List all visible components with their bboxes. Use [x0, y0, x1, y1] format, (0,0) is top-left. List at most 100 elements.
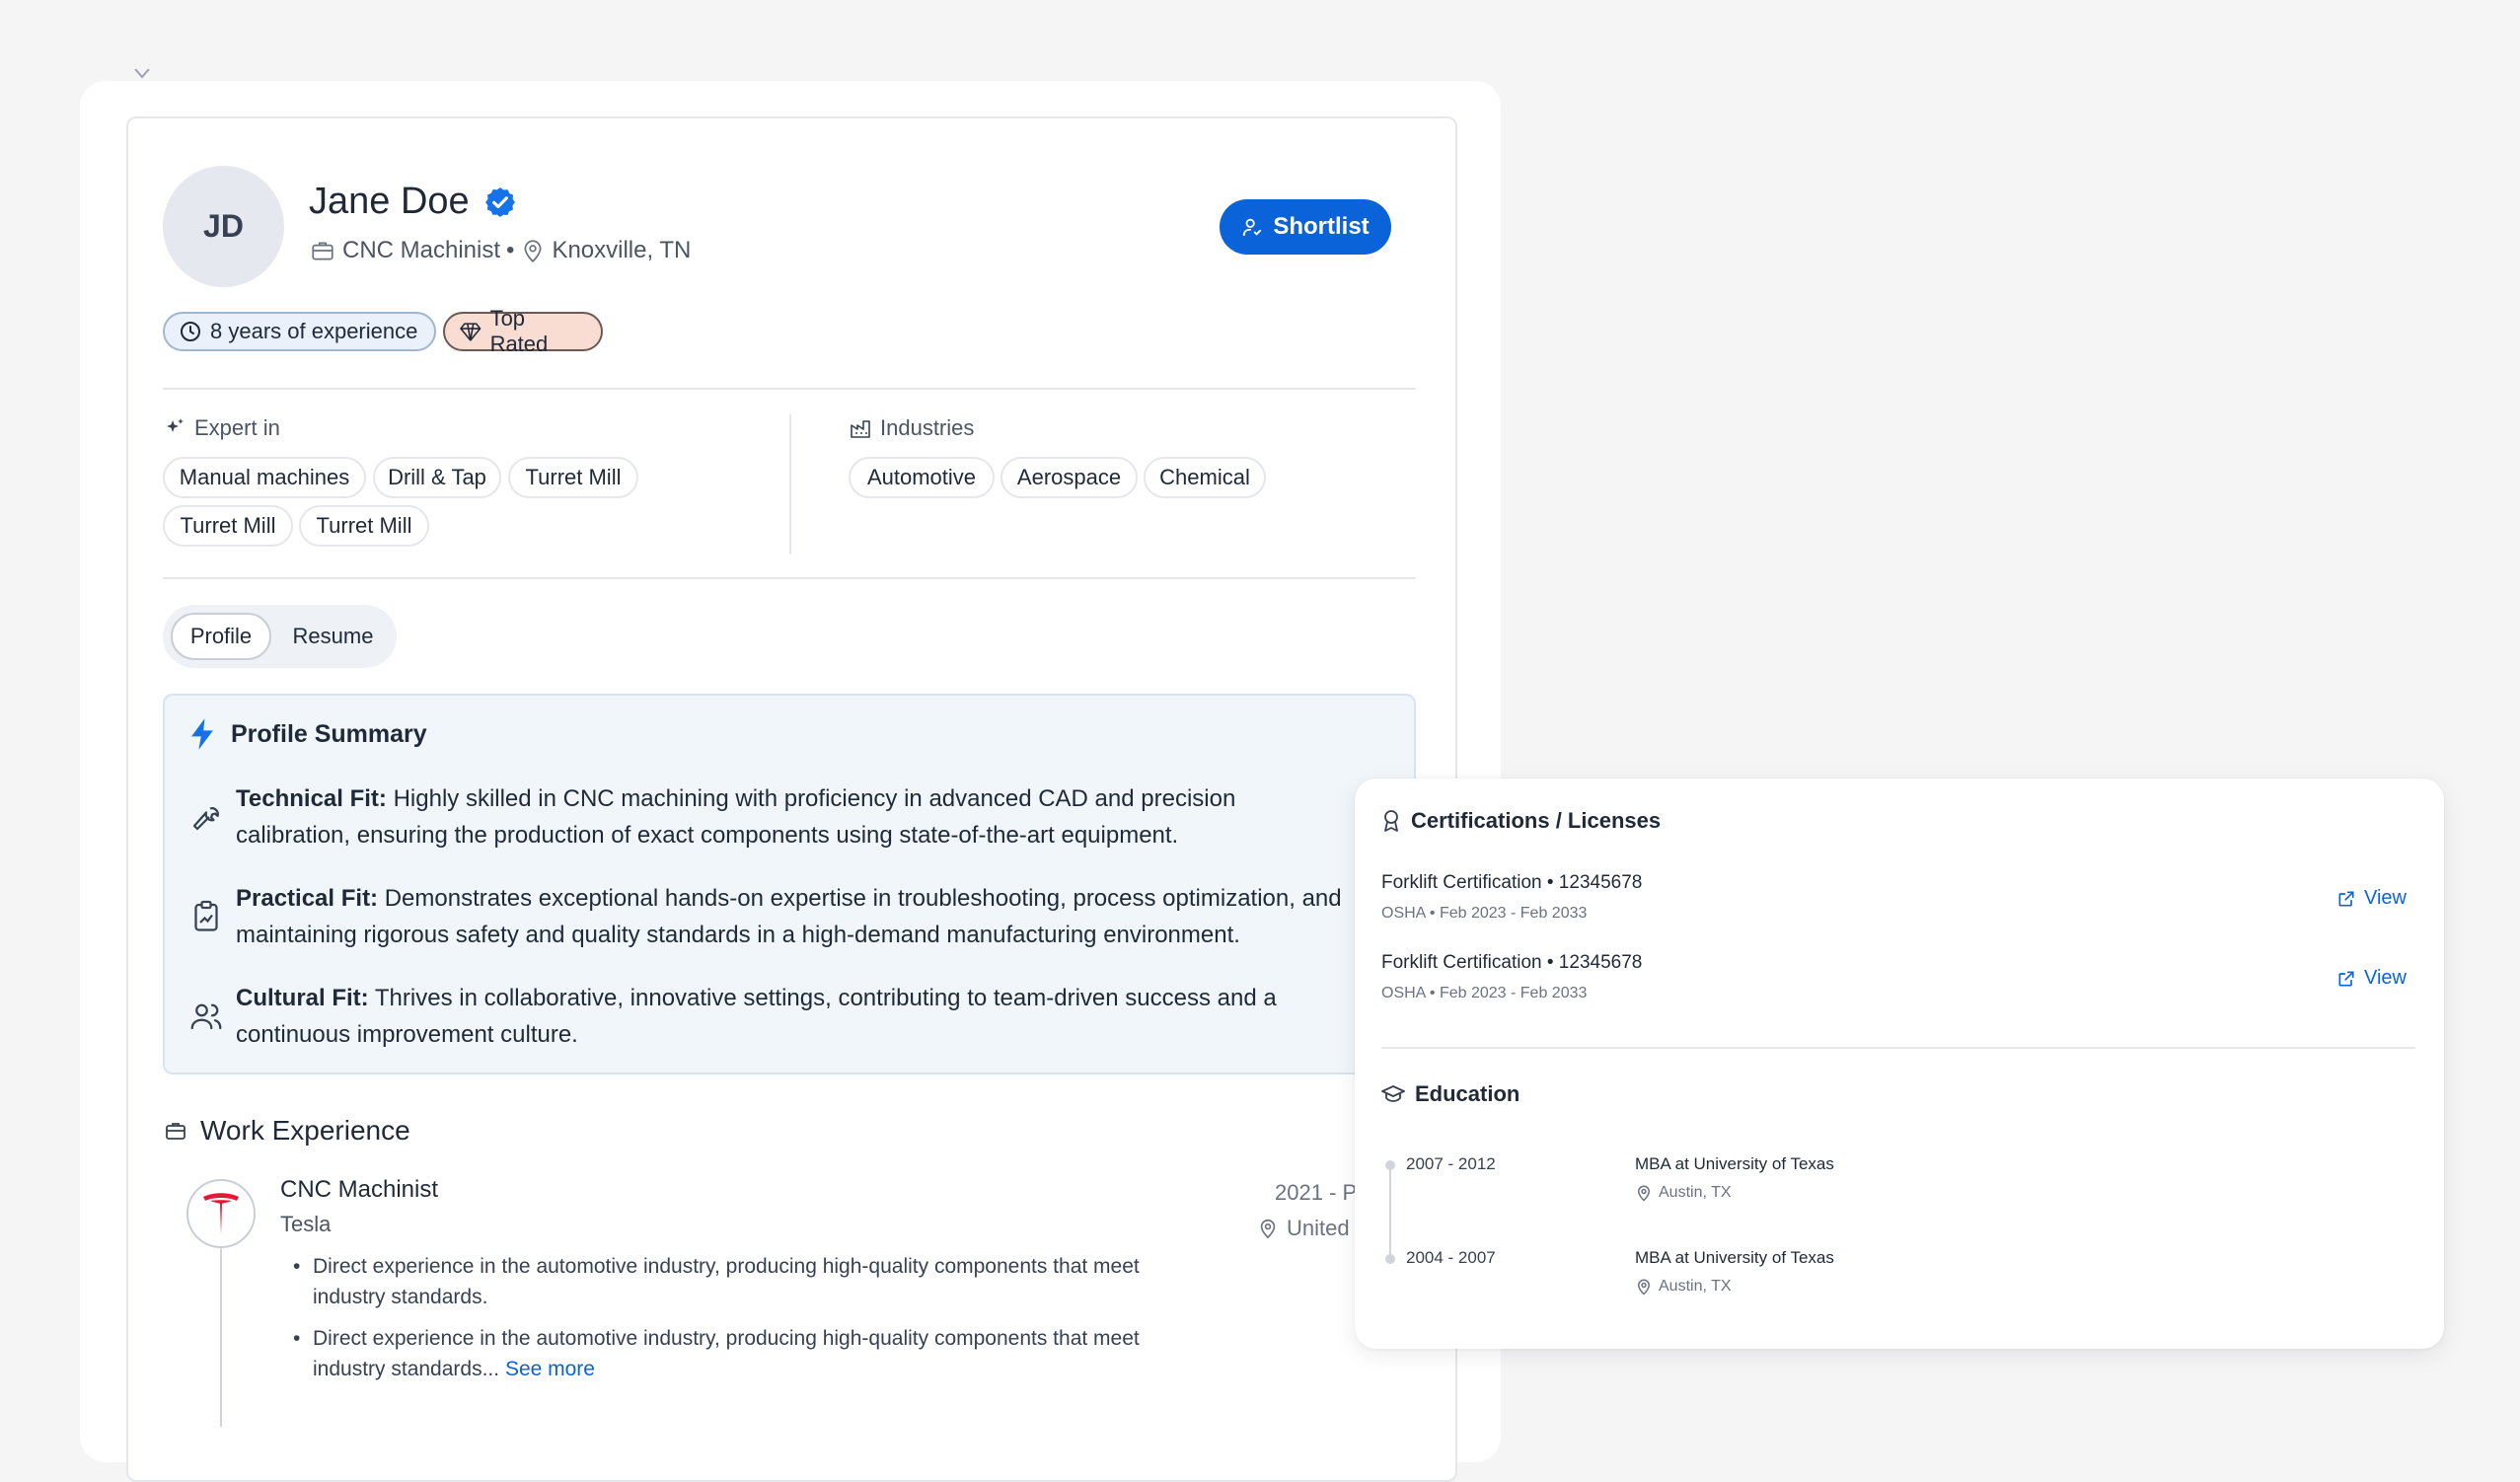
- shortlist-label: Shortlist: [1273, 213, 1370, 240]
- tab-profile[interactable]: Profile: [171, 613, 271, 660]
- edu-years: 2007 - 2012: [1406, 1154, 1496, 1173]
- edu-degree: MBA at University of Texas: [1635, 1154, 1834, 1173]
- view-tabs: Profile Resume: [163, 605, 397, 668]
- cert-name: Forklift Certification • 12345678: [1381, 952, 1643, 973]
- skill-chip[interactable]: Drill & Tap: [373, 457, 501, 498]
- timeline-line: [220, 1248, 222, 1427]
- location-text: Knoxville, TN: [552, 237, 692, 263]
- skill-chip[interactable]: Manual machines: [163, 457, 366, 498]
- cert-meta: OSHA • Feb 2023 - Feb 2033: [1381, 985, 1588, 1001]
- divider: [1381, 1047, 2415, 1049]
- job-bullet-text: Direct experience in the automotive indu…: [313, 1327, 1140, 1380]
- divider: [163, 577, 1416, 579]
- profile-summary-title: Profile Summary: [187, 717, 427, 751]
- lightning-icon: [191, 718, 213, 750]
- top-rated-text: Top Rated: [489, 306, 549, 356]
- practical-fit: Practical Fit: Demonstrates exceptional …: [236, 880, 1351, 953]
- education-title: Education: [1381, 1081, 1519, 1107]
- map-pin-icon: [1260, 1219, 1276, 1239]
- graduation-cap-icon: [1381, 1085, 1405, 1102]
- user-check-icon: [1243, 218, 1262, 237]
- fit-label: Technical Fit:: [236, 785, 387, 812]
- briefcase-icon: [166, 1123, 185, 1140]
- close-icon[interactable]: [131, 69, 153, 83]
- clock-icon: [181, 322, 200, 341]
- map-pin-icon: [1637, 1279, 1651, 1296]
- edu-degree: MBA at University of Texas: [1635, 1248, 1834, 1267]
- tab-resume[interactable]: Resume: [281, 613, 385, 660]
- timeline-dot: [1385, 1160, 1395, 1170]
- industry-chip[interactable]: Aerospace: [1001, 457, 1138, 498]
- job-date: 2021 - P: [1275, 1180, 1358, 1205]
- company-logo: [186, 1179, 256, 1248]
- skill-chip[interactable]: Turret Mill: [163, 505, 293, 547]
- expert-in-label: Expert in: [163, 415, 280, 441]
- divider: [163, 388, 1416, 390]
- fit-text: Demonstrates exceptional hands-on expert…: [236, 885, 1342, 948]
- view-label: View: [2364, 887, 2407, 909]
- fit-text: Thrives in collaborative, innovative set…: [236, 985, 1277, 1048]
- avatar: JD: [163, 166, 284, 287]
- external-link-icon: [2338, 891, 2354, 906]
- certifications-title: Certifications / Licenses: [1381, 808, 1661, 834]
- job-location: United: [1257, 1216, 1350, 1241]
- divider-vertical: [789, 414, 791, 555]
- cert-name: Forklift Certification • 12345678: [1381, 872, 1643, 893]
- industries-label: Industries: [849, 415, 974, 441]
- industries-text: Industries: [880, 415, 975, 440]
- industry-chip[interactable]: Automotive: [849, 457, 995, 498]
- job-location-text: United: [1287, 1216, 1350, 1240]
- timeline-dot: [1385, 1254, 1395, 1264]
- tesla-logo-icon: [203, 1193, 239, 1234]
- experience-text: 8 years of experience: [210, 319, 418, 343]
- experience-badge: 8 years of experience: [163, 312, 436, 351]
- candidate-subtitle: CNC Machinist • Knoxville, TN: [309, 237, 691, 264]
- skill-chip[interactable]: Turret Mill: [508, 457, 638, 498]
- certifications-title-text: Certifications / Licenses: [1411, 808, 1662, 833]
- edu-years: 2004 - 2007: [1406, 1248, 1496, 1267]
- candidate-name: Jane Doe: [309, 181, 470, 222]
- shortlist-button[interactable]: Shortlist: [1220, 199, 1391, 255]
- name-row: Jane Doe: [309, 181, 517, 223]
- factory-icon: [851, 420, 870, 438]
- briefcase-icon: [312, 242, 334, 260]
- timeline-line: [1389, 1166, 1391, 1260]
- credentials-card: Certifications / Licenses Forklift Certi…: [1355, 778, 2444, 1349]
- map-pin-icon: [1637, 1185, 1651, 1202]
- users-icon: [190, 1003, 222, 1030]
- expert-in-text: Expert in: [194, 415, 280, 440]
- fit-label: Practical Fit:: [236, 885, 379, 912]
- work-experience-title: Work Experience: [163, 1115, 410, 1147]
- view-cert-link[interactable]: View: [2336, 887, 2407, 910]
- map-pin-icon: [524, 240, 542, 263]
- job-title: CNC Machinist: [280, 1176, 439, 1203]
- sparkles-icon: [167, 418, 184, 432]
- job-bullet: Direct experience in the automotive indu…: [293, 1251, 1211, 1312]
- cultural-fit: Cultural Fit: Thrives in collaborative, …: [236, 980, 1351, 1053]
- verified-badge-icon: [484, 186, 515, 217]
- edu-location: Austin, TX: [1635, 1277, 1732, 1297]
- education-title-text: Education: [1415, 1081, 1520, 1106]
- work-title-text: Work Experience: [200, 1115, 410, 1146]
- edu-location: Austin, TX: [1635, 1183, 1732, 1203]
- see-more-link[interactable]: See more: [505, 1358, 595, 1380]
- wrench-icon: [192, 807, 219, 831]
- summary-title-text: Profile Summary: [231, 719, 427, 748]
- diamond-icon: [460, 323, 482, 341]
- job-bullet: Direct experience in the automotive indu…: [293, 1323, 1211, 1384]
- job-company: Tesla: [280, 1212, 332, 1236]
- cert-meta: OSHA • Feb 2023 - Feb 2033: [1381, 905, 1588, 922]
- view-cert-link[interactable]: View: [2336, 967, 2407, 990]
- technical-fit: Technical Fit: Highly skilled in CNC mac…: [236, 780, 1351, 853]
- clipboard-icon: [194, 900, 218, 931]
- top-rated-badge: Top Rated: [443, 306, 603, 356]
- separator: •: [506, 237, 515, 263]
- award-icon: [1384, 810, 1398, 832]
- view-label: View: [2364, 967, 2407, 989]
- skill-chip[interactable]: Turret Mill: [299, 505, 429, 547]
- job-title-text: CNC Machinist: [342, 237, 501, 263]
- industry-chip[interactable]: Chemical: [1144, 457, 1266, 498]
- edu-location-text: Austin, TX: [1659, 1278, 1732, 1295]
- edu-location-text: Austin, TX: [1659, 1184, 1732, 1201]
- external-link-icon: [2338, 971, 2354, 986]
